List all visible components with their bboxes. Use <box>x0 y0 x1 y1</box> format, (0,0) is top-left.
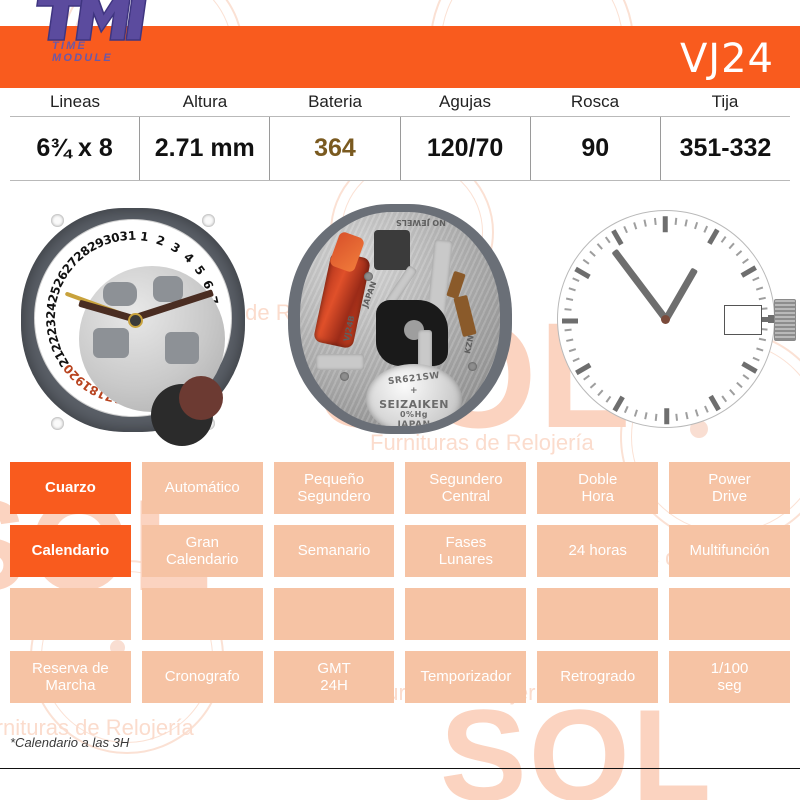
feature-tag-1-100-seg[interactable]: 1/100 seg <box>669 651 790 703</box>
spec-table-header-row: Lineas Altura Bateria Agujas Rosca Tija <box>10 88 790 116</box>
plate-label-kzn: KZN <box>463 334 476 355</box>
hour-marker <box>561 319 666 324</box>
date-number: 2 <box>154 232 168 249</box>
battery-polarity-text: + <box>409 386 419 396</box>
feature-tag-calendario[interactable]: Calendario <box>10 525 131 577</box>
feature-tag-row: Reserva de Marcha Cronografo GMT 24H Temporiz… <box>10 651 790 703</box>
movement-back-plate: NO JEWELS JAPAN VJ24B KZN SR621SW + SEIZ… <box>300 212 500 426</box>
date-number: 31 <box>119 228 137 244</box>
spec-header-bateria: Bateria <box>270 88 400 116</box>
date-number: 4 <box>181 249 197 266</box>
feature-tag-row: Cuarzo Automático Pequeño Segundero Segunder… <box>10 462 790 514</box>
battery-origin-text: JAPAN <box>397 420 431 426</box>
spec-header-tija: Tija <box>660 88 790 116</box>
feature-tag-cuarzo[interactable]: Cuarzo <box>10 462 131 514</box>
bottom-divider <box>0 768 800 769</box>
spec-header-lineas: Lineas <box>10 88 140 116</box>
plate-bridge <box>93 328 130 358</box>
date-number: 23 <box>43 318 60 337</box>
battery-mercury-text: 0%Hg <box>399 410 428 419</box>
feature-tag-empty-2-0[interactable] <box>10 588 131 640</box>
screw <box>340 372 349 381</box>
screw <box>364 272 373 281</box>
feature-tag-24-horas[interactable]: 24 horas <box>537 525 659 577</box>
feature-tag-empty-2-4[interactable] <box>537 588 659 640</box>
hour-marker <box>664 320 670 425</box>
spec-header-altura: Altura <box>140 88 270 116</box>
spec-value-bateria: 364 <box>269 117 400 180</box>
plate-screw-hole <box>51 417 65 430</box>
watch-dial-image <box>533 186 800 454</box>
hand-pivot <box>127 312 143 328</box>
spec-value-agujas: 120/70 <box>399 117 530 180</box>
feature-tag-gmt-24h[interactable]: GMT 24H <box>273 651 395 703</box>
feature-tag-retrogrado[interactable]: Retrogrado <box>537 651 659 703</box>
movement-images-strip: 1234567891011121314151617181920212223242… <box>0 186 800 454</box>
dial-hand-pivot <box>661 314 671 324</box>
feature-tag-empty-2-3[interactable] <box>405 588 527 640</box>
spec-table: Lineas Altura Bateria Agujas Rosca Tija … <box>10 88 791 181</box>
feature-tag-grid: Cuarzo Automático Pequeño Segundero Segunder… <box>10 462 790 714</box>
plate-label-no-jewels: NO JEWELS <box>396 218 446 227</box>
feature-tag-peque-o-segundero[interactable]: Pequeño Segundero <box>273 462 395 514</box>
date-ring: 1234567891011121314151617181920212223242… <box>35 220 232 446</box>
plate-bridge <box>165 332 200 364</box>
feature-tag-multifunci-n[interactable]: Multifunción <box>669 525 790 577</box>
setting-lever <box>316 354 364 370</box>
spec-table-value-row: 6¾ x 8 2.71 mm 364 120/70 90 351-332 <box>10 116 791 181</box>
plate-bridge <box>103 282 138 306</box>
feature-tag-doble-hora[interactable]: Doble Hora <box>537 462 659 514</box>
movement-front-image: 1234567891011121314151617181920212223242… <box>0 186 267 454</box>
circuit-block <box>376 300 448 366</box>
magnet-block <box>374 230 410 270</box>
date-number: 1 <box>139 229 150 245</box>
date-window <box>723 305 762 335</box>
feature-tag-cronografo[interactable]: Cronografo <box>141 651 263 703</box>
feature-tag-segundero-central[interactable]: Segundero Central <box>405 462 527 514</box>
feature-tag-fases-lunares[interactable]: Fases Lunares <box>405 525 527 577</box>
feature-tag-power-drive[interactable]: Power Drive <box>669 462 790 514</box>
spec-header-rosca: Rosca <box>530 88 660 116</box>
spec-value-lineas: 6¾ x 8 <box>10 117 140 180</box>
feature-tag-gran-calendario[interactable]: Gran Calendario <box>141 525 263 577</box>
spec-value-altura: 2.71 mm <box>139 117 270 180</box>
movement-spec-sheet: SOL SOL SOL Furnituras de Relojería Furn… <box>0 0 800 800</box>
feature-tag-temporizador[interactable]: Temporizador <box>405 651 527 703</box>
feature-tag-semanario[interactable]: Semanario <box>273 525 395 577</box>
movement-base-plate <box>79 266 226 446</box>
plate-bridge <box>153 276 184 302</box>
tmi-logo-subtitle: TIME MODULE <box>52 40 113 64</box>
gear-wheel <box>179 376 224 420</box>
feature-tag-empty-2-1[interactable] <box>141 588 263 640</box>
spec-value-tija: 351-332 <box>659 117 791 180</box>
spec-header-agujas: Agujas <box>400 88 530 116</box>
date-number: 5 <box>191 262 209 278</box>
battery-cell: SR621SW + SEIZAIKEN 0%Hg JAPAN <box>366 364 462 426</box>
date-number: 3 <box>168 239 184 257</box>
feature-tag-empty-2-2[interactable] <box>273 588 395 640</box>
spec-value-rosca: 90 <box>529 117 660 180</box>
feature-tag-row <box>10 588 790 640</box>
feature-tag-reserva-de-marcha[interactable]: Reserva de Marcha <box>10 651 131 703</box>
movement-back-image: NO JEWELS JAPAN VJ24B KZN SR621SW + SEIZ… <box>267 186 534 454</box>
feature-tag-empty-2-5[interactable] <box>669 588 790 640</box>
page-title: VJ24 <box>679 36 774 82</box>
dial-face <box>556 210 796 428</box>
contact-spring <box>453 294 477 338</box>
crown <box>773 299 796 341</box>
screw <box>468 362 477 371</box>
tmi-logo: TIME MODULE <box>22 0 152 70</box>
feature-tag-autom-tico[interactable]: Automático <box>141 462 263 514</box>
feature-tag-row: Calendario Gran Calendario Semanario Fases Lu… <box>10 525 790 577</box>
date-number: 24 <box>43 301 60 320</box>
footnote: *Calendario a las 3H <box>10 735 130 750</box>
